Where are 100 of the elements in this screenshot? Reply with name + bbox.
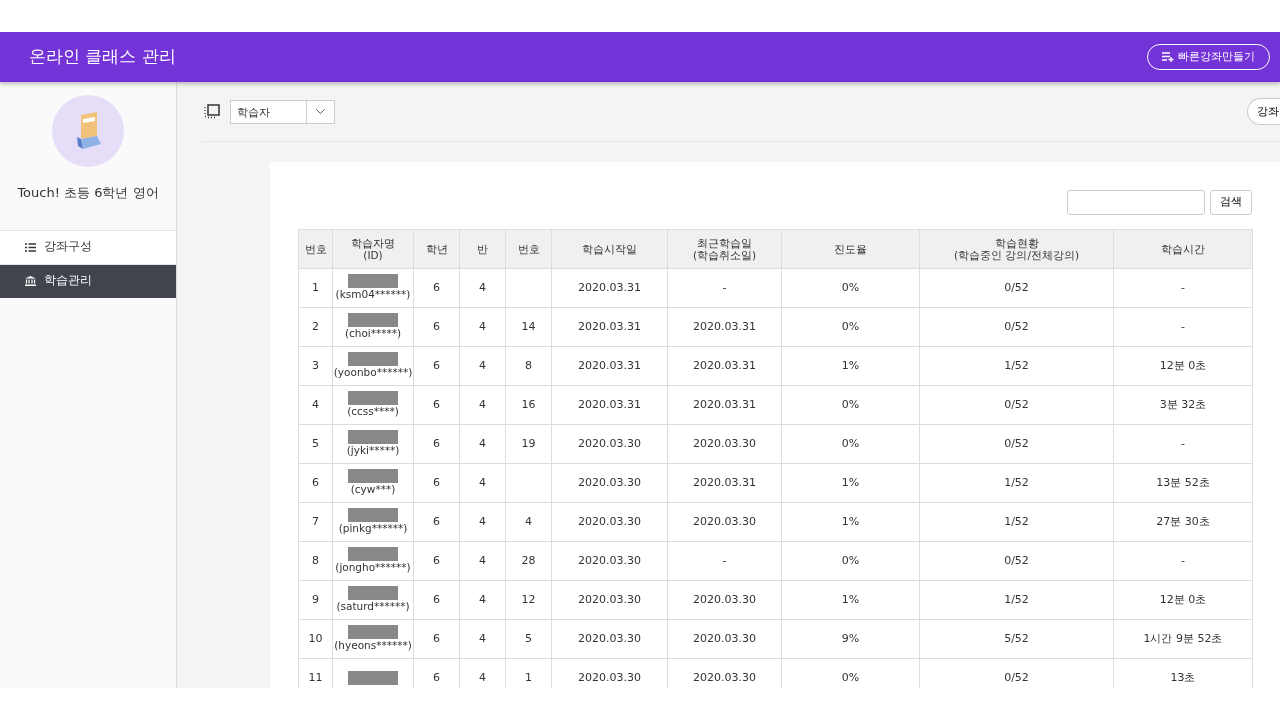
table-cell: 7 bbox=[298, 502, 333, 542]
table-cell: 2020.03.30 bbox=[667, 619, 782, 659]
table-cell: 13분 52초 bbox=[1113, 463, 1253, 503]
learner-id: (cyw***) bbox=[350, 483, 396, 496]
table-cell: 14 bbox=[505, 307, 552, 347]
redaction-bar bbox=[348, 671, 398, 685]
bank-icon bbox=[25, 276, 36, 286]
table-cell: 4 bbox=[459, 619, 506, 659]
table-cell: 1% bbox=[781, 346, 920, 386]
table-cell: 10 bbox=[298, 619, 333, 659]
table-cell: 6 bbox=[413, 385, 460, 425]
table-cell: 4 bbox=[459, 463, 506, 503]
column-header: 번호 bbox=[505, 229, 552, 269]
table-cell: 9% bbox=[781, 619, 920, 659]
table-cell: 6 bbox=[413, 541, 460, 581]
column-header: 반 bbox=[459, 229, 506, 269]
learner-id: (pinkg******) bbox=[338, 522, 408, 535]
course-button[interactable]: 강좌 bbox=[1247, 97, 1280, 126]
table-cell: 2020.03.31 bbox=[667, 346, 782, 386]
redaction-bar bbox=[348, 313, 398, 328]
table-cell: 4 bbox=[459, 346, 506, 386]
table-cell: 2020.03.31 bbox=[551, 346, 668, 386]
table-cell: 28 bbox=[505, 541, 552, 581]
table-cell: 0% bbox=[781, 424, 920, 464]
table-cell: 1% bbox=[781, 463, 920, 503]
table-cell: 5/52 bbox=[919, 619, 1114, 659]
table-cell: 8 bbox=[298, 541, 333, 581]
learner-id: (ccss****) bbox=[347, 405, 399, 418]
table-cell: 2020.03.30 bbox=[551, 463, 668, 503]
table-cell: 0/52 bbox=[919, 541, 1114, 581]
table-cell: 2020.03.30 bbox=[667, 502, 782, 542]
sidebar-item[interactable]: 강좌구성 bbox=[0, 229, 176, 264]
table-cell: 2 bbox=[298, 307, 333, 347]
column-header: 진도율 bbox=[781, 229, 920, 269]
table-cell: 4 bbox=[459, 268, 506, 308]
table-cell: 2020.03.31 bbox=[551, 307, 668, 347]
table-cell: 2020.03.30 bbox=[667, 424, 782, 464]
learner-id: (ksm04******) bbox=[335, 288, 411, 301]
table-cell: 8 bbox=[505, 346, 552, 386]
redaction-bar bbox=[348, 352, 398, 367]
table-cell: - bbox=[1113, 307, 1253, 347]
search-button[interactable]: 검색 bbox=[1210, 190, 1252, 215]
table-cell: 0/52 bbox=[919, 268, 1114, 308]
chevron-down-icon bbox=[316, 109, 325, 114]
table-cell: 1/52 bbox=[919, 346, 1114, 386]
table-cell: 0/52 bbox=[919, 424, 1114, 464]
table-cell: 11 bbox=[298, 658, 333, 688]
course-title: Touch! 초등 6학년 영어 bbox=[16, 184, 160, 202]
table-cell: - bbox=[1113, 541, 1253, 581]
table-cell: 4 bbox=[459, 502, 506, 542]
learner-id: (hyeons******) bbox=[334, 639, 412, 652]
redaction-bar bbox=[348, 508, 398, 523]
table-cell: 6 bbox=[298, 463, 333, 503]
table-cell: 0% bbox=[781, 541, 920, 581]
table-cell: 6 bbox=[413, 307, 460, 347]
table-cell: 4 bbox=[459, 541, 506, 581]
redaction-bar bbox=[348, 274, 398, 289]
column-header: 최근학습일 (학습취소일) bbox=[667, 229, 782, 269]
table-cell: 4 bbox=[459, 385, 506, 425]
sidebar-item[interactable]: 학습관리 bbox=[0, 263, 176, 298]
table-cell: - bbox=[1113, 268, 1253, 308]
table-cell: 2020.03.30 bbox=[551, 502, 668, 542]
table-cell: 5 bbox=[298, 424, 333, 464]
table-cell: 2020.03.30 bbox=[551, 424, 668, 464]
search-field[interactable] bbox=[1067, 190, 1205, 215]
table-cell: 2020.03.30 bbox=[551, 619, 668, 659]
table-cell: 0% bbox=[781, 307, 920, 347]
learner-id: (choi*****) bbox=[344, 327, 402, 340]
table-cell: 6 bbox=[413, 268, 460, 308]
column-header: 학습시간 bbox=[1113, 229, 1253, 269]
copy-icon bbox=[204, 104, 220, 119]
table-cell: 12분 0초 bbox=[1113, 346, 1253, 386]
table-cell: 4 bbox=[505, 502, 552, 542]
table-cell: 2020.03.31 bbox=[551, 385, 668, 425]
table-cell: 16 bbox=[505, 385, 552, 425]
table-cell: - bbox=[667, 541, 782, 581]
table-cell: 9 bbox=[298, 580, 333, 620]
column-header: 학습현황 (학습중인 강의/전체강의) bbox=[919, 229, 1114, 269]
table-cell: 1% bbox=[781, 580, 920, 620]
table-cell: 2020.03.30 bbox=[667, 580, 782, 620]
table-cell: 4 bbox=[459, 580, 506, 620]
column-header: 학년 bbox=[413, 229, 460, 269]
table-cell: 0% bbox=[781, 385, 920, 425]
table-cell: 1/52 bbox=[919, 463, 1114, 503]
table-cell: 1시간 9분 52초 bbox=[1113, 619, 1253, 659]
table-cell: 2020.03.30 bbox=[551, 580, 668, 620]
table-cell: 27분 30초 bbox=[1113, 502, 1253, 542]
learner-id: (saturd******) bbox=[336, 600, 410, 613]
table-cell: 5 bbox=[505, 619, 552, 659]
table-cell: 2020.03.31 bbox=[551, 268, 668, 308]
list-icon bbox=[25, 242, 36, 252]
table-cell: 0/52 bbox=[919, 307, 1114, 347]
table-cell: 1/52 bbox=[919, 580, 1114, 620]
table-cell: 6 bbox=[413, 424, 460, 464]
table-cell: 6 bbox=[413, 346, 460, 386]
learner-select[interactable]: 학습자 bbox=[230, 99, 335, 124]
column-header: 학습자명 (ID) bbox=[332, 229, 414, 269]
table-cell: 0/52 bbox=[919, 385, 1114, 425]
table-cell: - bbox=[1113, 424, 1253, 464]
table-cell: 6 bbox=[413, 580, 460, 620]
